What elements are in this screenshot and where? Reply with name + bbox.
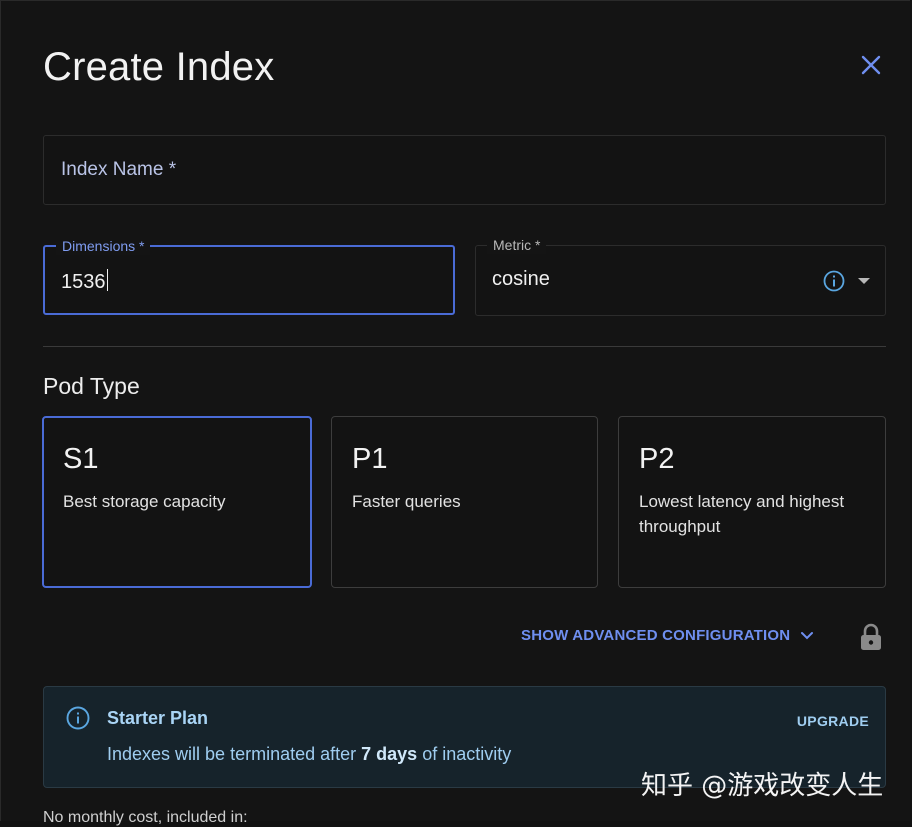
- lock-icon: [861, 623, 881, 650]
- pod-type-description: Lowest latency and highest throughput: [639, 492, 845, 536]
- dimensions-field[interactable]: Dimensions * 1536: [43, 237, 455, 315]
- dialog-title: Create Index: [43, 45, 275, 89]
- pod-type-name: P2: [639, 443, 675, 475]
- pod-type-description: Faster queries: [352, 492, 461, 511]
- plan-desc-text: Indexes will be terminated after: [107, 744, 362, 764]
- pod-type-title: Pod Type: [43, 373, 140, 399]
- dimensions-input[interactable]: 1536: [61, 269, 108, 294]
- footer-note: No monthly cost, included in:: [43, 809, 248, 826]
- close-icon: [861, 55, 881, 75]
- plan-desc-text-end: of inactivity: [417, 744, 512, 764]
- chevron-down-icon: [801, 631, 814, 639]
- plan-description: Indexes will be terminated after 7 days …: [107, 744, 511, 765]
- pod-type-card-p1[interactable]: P1 Faster queries: [331, 416, 598, 588]
- advanced-config-label: SHOW ADVANCED CONFIGURATION: [521, 627, 791, 644]
- show-advanced-configuration-button[interactable]: SHOW ADVANCED CONFIGURATION: [521, 627, 814, 644]
- pod-type-name: S1: [63, 443, 99, 475]
- plan-title: Starter Plan: [107, 708, 209, 728]
- index-name-field[interactable]: Index Name *: [43, 135, 886, 205]
- section-divider: [43, 346, 886, 347]
- watermark-text: 知乎 @游戏改变人生: [641, 771, 884, 801]
- create-index-dialog: Create Index Index Name * Dimensions * 1…: [0, 0, 910, 826]
- text-caret: [106, 269, 108, 291]
- metric-value: cosine: [492, 268, 550, 290]
- dimensions-value: 1536: [61, 271, 106, 293]
- metric-select[interactable]: Metric * cosine: [475, 236, 886, 316]
- info-icon: [66, 706, 90, 730]
- close-button[interactable]: [855, 49, 887, 81]
- pod-type-card-s1[interactable]: S1 Best storage capacity: [42, 416, 312, 588]
- chevron-down-icon[interactable]: [857, 276, 871, 286]
- pod-type-description: Best storage capacity: [63, 492, 226, 511]
- dimensions-label: Dimensions *: [56, 237, 151, 255]
- upgrade-button[interactable]: UPGRADE: [797, 713, 869, 729]
- plan-desc-days: 7 days: [361, 744, 418, 764]
- index-name-placeholder: Index Name *: [61, 159, 177, 180]
- info-icon[interactable]: [823, 270, 845, 292]
- pod-type-card-p2[interactable]: P2 Lowest latency and highest throughput: [618, 416, 886, 588]
- pod-type-name: P1: [352, 443, 388, 475]
- metric-label: Metric *: [487, 236, 547, 254]
